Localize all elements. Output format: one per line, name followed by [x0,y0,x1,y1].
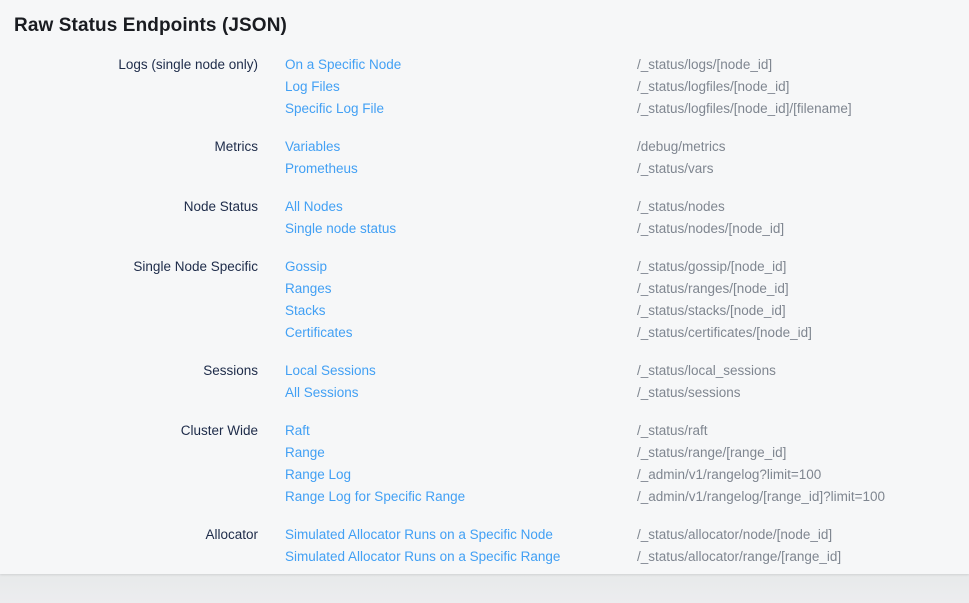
endpoint-path: /_status/nodes [637,196,969,218]
endpoint-link[interactable]: Stacks [285,300,637,322]
links-column: Gossip Ranges Stacks Certificates [285,256,637,344]
endpoint-sections: Logs (single node only) On a Specific No… [14,54,969,568]
endpoint-path: /_status/logfiles/[node_id]/[filename] [637,98,969,120]
endpoint-link[interactable]: Raft [285,420,637,442]
paths-column: /_status/logs/[node_id] /_status/logfile… [637,54,969,120]
category-label: Logs (single node only) [14,54,285,120]
endpoint-section: Single Node Specific Gossip Ranges Stack… [14,256,969,344]
endpoint-link[interactable]: Specific Log File [285,98,637,120]
endpoint-link[interactable]: Simulated Allocator Runs on a Specific R… [285,546,637,568]
endpoint-link[interactable]: Certificates [285,322,637,344]
category-label: Metrics [14,136,285,180]
paths-column: /debug/metrics /_status/vars [637,136,969,180]
endpoint-path: /_admin/v1/rangelog/[range_id]?limit=100 [637,486,969,508]
endpoint-path: /_status/allocator/range/[range_id] [637,546,969,568]
endpoint-path: /_status/stacks/[node_id] [637,300,969,322]
endpoint-section: Sessions Local Sessions All Sessions /_s… [14,360,969,404]
endpoint-path: /_status/nodes/[node_id] [637,218,969,240]
endpoint-section: Cluster Wide Raft Range Range Log Range … [14,420,969,508]
endpoint-path: /_status/vars [637,158,969,180]
paths-column: /_status/allocator/node/[node_id] /_stat… [637,524,969,568]
category-label: Node Status [14,196,285,240]
links-column: Simulated Allocator Runs on a Specific N… [285,524,637,568]
endpoint-path: /debug/metrics [637,136,969,158]
links-column: Raft Range Range Log Range Log for Speci… [285,420,637,508]
endpoint-link[interactable]: Single node status [285,218,637,240]
endpoint-path: /_status/logs/[node_id] [637,54,969,76]
endpoint-link[interactable]: Variables [285,136,637,158]
endpoint-link[interactable]: On a Specific Node [285,54,637,76]
paths-column: /_status/raft /_status/range/[range_id] … [637,420,969,508]
endpoint-section: Logs (single node only) On a Specific No… [14,54,969,120]
endpoint-path: /_status/allocator/node/[node_id] [637,524,969,546]
category-label: Sessions [14,360,285,404]
category-label: Single Node Specific [14,256,285,344]
endpoint-link[interactable]: Log Files [285,76,637,98]
links-column: All Nodes Single node status [285,196,637,240]
links-column: On a Specific Node Log Files Specific Lo… [285,54,637,120]
paths-column: /_status/local_sessions /_status/session… [637,360,969,404]
endpoint-path: /_status/sessions [637,382,969,404]
endpoint-path: /_admin/v1/rangelog?limit=100 [637,464,969,486]
endpoint-link[interactable]: Local Sessions [285,360,637,382]
endpoint-link[interactable]: Ranges [285,278,637,300]
endpoint-link[interactable]: Range [285,442,637,464]
bottom-strip [0,574,969,603]
paths-column: /_status/nodes /_status/nodes/[node_id] [637,196,969,240]
paths-column: /_status/gossip/[node_id] /_status/range… [637,256,969,344]
endpoint-link[interactable]: All Nodes [285,196,637,218]
endpoint-path: /_status/raft [637,420,969,442]
endpoint-link[interactable]: Prometheus [285,158,637,180]
endpoint-section: Allocator Simulated Allocator Runs on a … [14,524,969,568]
endpoint-path: /_status/logfiles/[node_id] [637,76,969,98]
endpoint-link[interactable]: All Sessions [285,382,637,404]
endpoint-path: /_status/range/[range_id] [637,442,969,464]
links-column: Variables Prometheus [285,136,637,180]
endpoint-path: /_status/certificates/[node_id] [637,322,969,344]
links-column: Local Sessions All Sessions [285,360,637,404]
page-title: Raw Status Endpoints (JSON) [14,14,969,38]
endpoint-path: /_status/local_sessions [637,360,969,382]
category-label: Cluster Wide [14,420,285,508]
content-panel: Raw Status Endpoints (JSON) Logs (single… [0,0,969,574]
endpoint-link[interactable]: Range Log [285,464,637,486]
endpoint-link[interactable]: Simulated Allocator Runs on a Specific N… [285,524,637,546]
category-label: Allocator [14,524,285,568]
endpoint-link[interactable]: Range Log for Specific Range [285,486,637,508]
endpoint-path: /_status/ranges/[node_id] [637,278,969,300]
endpoint-link[interactable]: Gossip [285,256,637,278]
endpoint-section: Metrics Variables Prometheus /debug/metr… [14,136,969,180]
endpoint-section: Node Status All Nodes Single node status… [14,196,969,240]
endpoint-path: /_status/gossip/[node_id] [637,256,969,278]
